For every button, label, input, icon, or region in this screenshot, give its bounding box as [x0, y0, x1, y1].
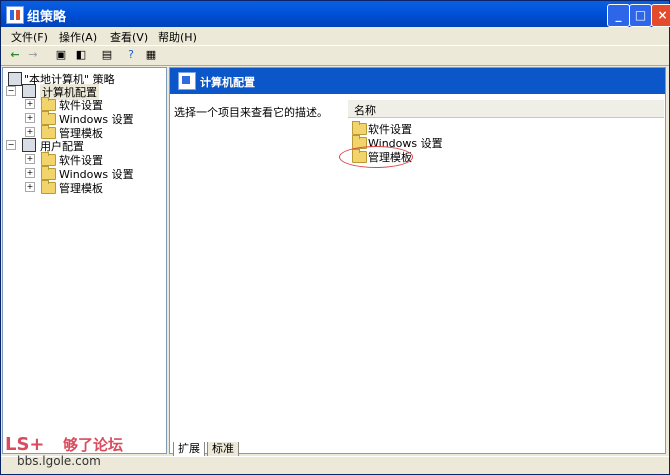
folder-icon: [41, 111, 56, 125]
folder-icon: [41, 166, 56, 180]
view-tabs: 扩展 标准: [169, 442, 664, 457]
main-area: "本地计算机" 策略 − 计算机配置 + 软件设置 + Windows 设置 +…: [1, 66, 669, 456]
up-folder-icon[interactable]: ▣: [53, 47, 69, 63]
computer-config-icon: [178, 72, 196, 90]
export-list-icon[interactable]: ▤: [99, 47, 115, 63]
expand-icon[interactable]: +: [25, 168, 35, 178]
menu-view[interactable]: 查看(V): [110, 29, 148, 45]
folder-icon: [41, 152, 56, 166]
folder-icon: [352, 121, 367, 135]
column-header-name[interactable]: 名称: [348, 100, 664, 118]
expand-icon[interactable]: +: [25, 113, 35, 123]
expand-icon[interactable]: +: [25, 154, 35, 164]
expand-icon[interactable]: +: [25, 127, 35, 137]
collapse-user-icon[interactable]: −: [6, 140, 16, 150]
gpo-window: 组策略 _ □ × 文件(F) 操作(A) 查看(V) 帮助(H) ← → ▣ …: [0, 0, 670, 475]
user-config-icon: [22, 138, 36, 152]
description-text: 选择一个项目来查看它的描述。: [174, 106, 328, 119]
watermark-brand: 够了论坛: [63, 436, 124, 454]
watermark-logo: LS+: [5, 434, 45, 455]
watermark-url: bbs.lgole.com: [17, 454, 101, 468]
toolbar: ← → ▣ ◧ ▤ ? ▦: [1, 45, 669, 66]
expand-icon[interactable]: +: [25, 182, 35, 192]
computer-config-icon: [22, 84, 36, 98]
minimize-button[interactable]: _: [607, 4, 630, 27]
window-title: 组策略: [27, 10, 67, 25]
policy-icon: [8, 72, 22, 86]
show-hide-tree-icon[interactable]: ◧: [73, 47, 89, 63]
menu-help[interactable]: 帮助(H): [158, 29, 197, 45]
properties-icon[interactable]: ▦: [143, 47, 159, 63]
details-pane: 计算机配置 选择一个项目来查看它的描述。 名称 软件设置 Windows 设置 …: [169, 67, 666, 454]
tree-pane[interactable]: "本地计算机" 策略 − 计算机配置 + 软件设置 + Windows 设置 +…: [2, 67, 167, 454]
forward-icon[interactable]: →: [25, 47, 41, 63]
menu-file[interactable]: 文件(F): [11, 29, 48, 45]
folder-icon: [41, 97, 56, 111]
expand-icon[interactable]: +: [25, 99, 35, 109]
app-icon: [6, 6, 24, 24]
menu-action[interactable]: 操作(A): [59, 29, 97, 45]
help-icon[interactable]: ?: [123, 47, 139, 63]
maximize-button[interactable]: □: [629, 4, 652, 27]
close-button[interactable]: ×: [651, 4, 670, 27]
collapse-computer-icon[interactable]: −: [6, 86, 16, 96]
back-icon[interactable]: ←: [7, 47, 23, 63]
menu-bar: 文件(F) 操作(A) 查看(V) 帮助(H): [1, 27, 669, 46]
tab-extended[interactable]: 扩展: [173, 442, 205, 457]
details-title: 计算机配置: [200, 76, 255, 89]
folder-icon: [41, 180, 56, 194]
annotation-ellipse: [339, 146, 413, 168]
title-bar[interactable]: 组策略 _ □ ×: [1, 1, 670, 27]
details-header: 计算机配置: [170, 68, 665, 94]
watermark: LS+ 够了论坛 bbs.lgole.com: [5, 434, 145, 472]
tab-standard[interactable]: 标准: [207, 442, 239, 457]
